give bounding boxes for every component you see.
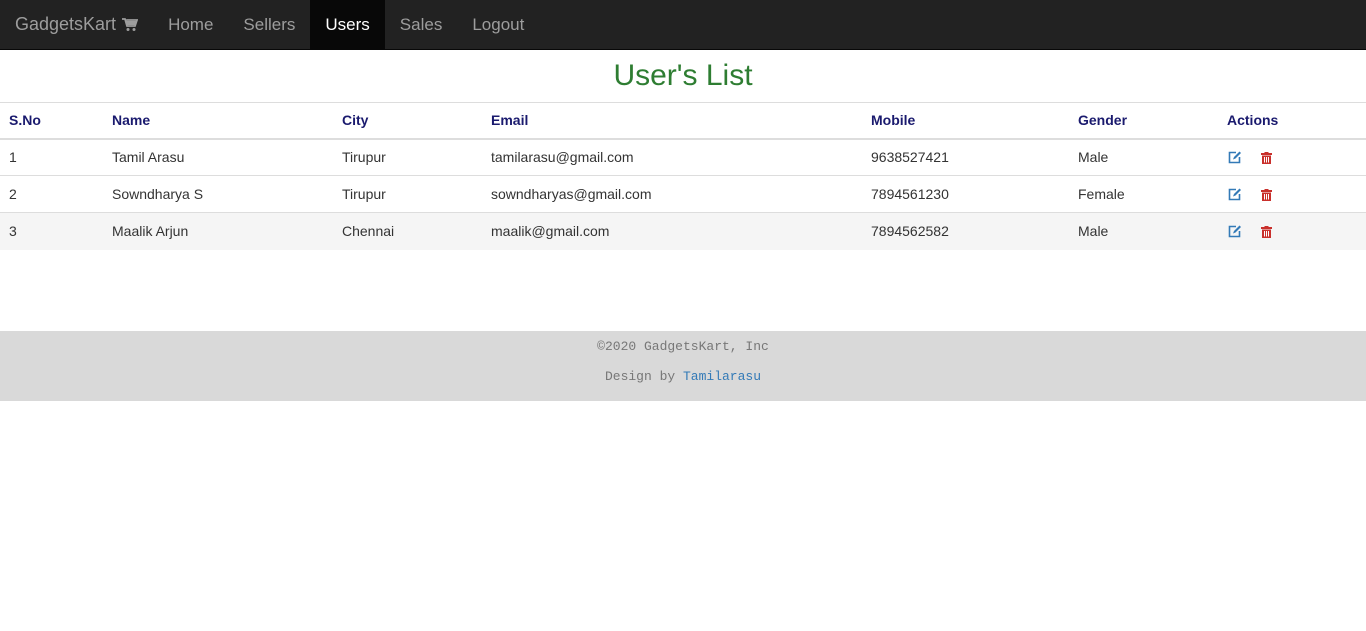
cell-email: maalik@gmail.com [482, 212, 862, 250]
trash-icon[interactable] [1259, 150, 1275, 166]
cell-mobile: 7894562582 [862, 212, 1069, 250]
cell-name: Sowndharya S [103, 175, 333, 213]
navbar: GadgetsKart Home Sellers Users Sales Log… [0, 0, 1366, 50]
cell-actions [1218, 175, 1366, 213]
nav-sales[interactable]: Sales [385, 0, 458, 49]
footer-credit-prefix: Design by [604, 369, 676, 384]
header-actions: Actions [1218, 102, 1366, 140]
table-row: 3 Maalik Arjun Chennai maalik@gmail.com … [0, 212, 1366, 250]
shopping-cart-icon [122, 17, 139, 31]
table-row: 2 Sowndharya S Tirupur sowndharyas@gmail… [0, 175, 1366, 213]
cell-email: tamilarasu@gmail.com [482, 138, 862, 176]
cell-city: Tirupur [333, 175, 482, 213]
edit-icon[interactable] [1227, 187, 1243, 203]
cell-city: Chennai [333, 212, 482, 250]
designer-link[interactable]: Tamilarasu [683, 369, 761, 384]
header-sno: S.No [0, 102, 103, 140]
edit-icon[interactable] [1227, 224, 1243, 240]
nav-sellers[interactable]: Sellers [228, 0, 310, 49]
page-title: User's List [613, 59, 753, 92]
cell-mobile: 7894561230 [862, 175, 1069, 213]
cell-sno: 2 [0, 175, 103, 213]
cell-city: Tirupur [333, 138, 482, 176]
footer-credit: Design by Tamilarasu [0, 369, 1366, 384]
table-row: 1 Tamil Arasu Tirupur tamilarasu@gmail.c… [0, 138, 1366, 176]
nav-logout[interactable]: Logout [457, 0, 539, 49]
header-city: City [333, 102, 482, 140]
edit-icon[interactable] [1227, 150, 1243, 166]
trash-icon[interactable] [1259, 187, 1275, 203]
header-email: Email [482, 102, 862, 140]
header-mobile: Mobile [862, 102, 1069, 140]
brand-name: GadgetsKart [15, 14, 117, 34]
cell-mobile: 9638527421 [862, 138, 1069, 176]
cell-actions [1218, 212, 1366, 250]
trash-icon[interactable] [1259, 224, 1275, 240]
cell-gender: Female [1069, 175, 1218, 213]
footer-copyright: ©2020 GadgetsKart, Inc [597, 339, 769, 354]
cell-name: Maalik Arjun [103, 212, 333, 250]
brand-link[interactable]: GadgetsKart [0, 0, 153, 49]
nav-users[interactable]: Users [310, 0, 385, 49]
cell-gender: Male [1069, 212, 1218, 250]
header-name: Name [103, 102, 333, 140]
nav-home[interactable]: Home [153, 0, 228, 49]
cell-sno: 1 [0, 138, 103, 176]
users-table: S.No Name City Email Mobile Gender Actio… [0, 102, 1366, 250]
header-gender: Gender [1069, 102, 1218, 140]
cell-actions [1218, 138, 1366, 176]
cell-email: sowndharyas@gmail.com [482, 175, 862, 213]
cell-gender: Male [1069, 138, 1218, 176]
cell-name: Tamil Arasu [103, 138, 333, 176]
cell-sno: 3 [0, 212, 103, 250]
table-header-row: S.No Name City Email Mobile Gender Actio… [0, 102, 1366, 140]
footer: ©2020 GadgetsKart, Inc Design by Tamilar… [0, 331, 1366, 401]
